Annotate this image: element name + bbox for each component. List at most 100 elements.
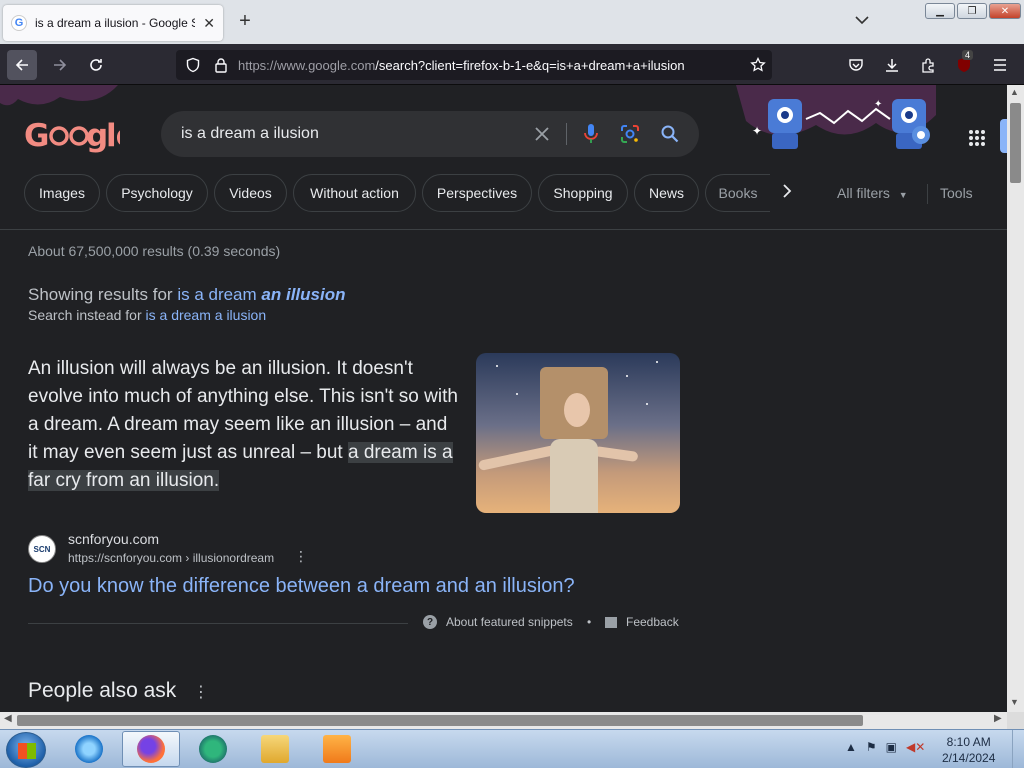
google-apps-icon[interactable] (968, 129, 986, 152)
url-text[interactable]: https://www.google.com/search?client=fir… (238, 58, 738, 73)
dropdown-caret-icon: ▼ (898, 190, 908, 200)
show-desktop-button[interactable] (1012, 730, 1024, 768)
tracking-protection-shield-icon[interactable] (184, 56, 202, 74)
scroll-up-arrow-icon[interactable]: ▲ (1010, 87, 1019, 97)
about-featured-snippets[interactable]: ? About featured snippets (423, 615, 573, 629)
chip-images[interactable]: Images (24, 174, 100, 212)
media-player-icon (323, 735, 351, 763)
chip-shopping[interactable]: Shopping (538, 174, 628, 212)
reload-button[interactable] (81, 50, 111, 80)
lock-icon[interactable] (212, 56, 230, 74)
extension-badge-count: 4 (962, 50, 974, 60)
taskbar-media-player[interactable] (308, 731, 366, 767)
chips-next-icon[interactable] (782, 183, 792, 204)
chip-news[interactable]: News (634, 174, 699, 212)
horizontal-scrollbar[interactable]: ◀ ▶ (0, 712, 1007, 729)
chip-psychology[interactable]: Psychology (106, 174, 208, 212)
extensions-icon[interactable] (913, 50, 943, 80)
scroll-right-arrow-icon[interactable]: ▶ (994, 713, 1002, 724)
firefox-icon (137, 735, 165, 763)
taskbar-chat-app[interactable] (184, 731, 242, 767)
source-url[interactable]: https://scnforyou.com › illusionordream (68, 551, 274, 565)
chip-videos[interactable]: Videos (214, 174, 287, 212)
source-favicon[interactable]: SCN (28, 535, 56, 563)
clear-search-icon[interactable] (531, 123, 553, 145)
volume-muted-icon[interactable]: ◀✕ (906, 740, 925, 754)
search-input[interactable]: is a dream a ilusion (181, 125, 319, 143)
scroll-down-arrow-icon[interactable]: ▼ (1010, 697, 1019, 707)
feedback-label: Feedback (626, 615, 679, 629)
result-stats: About 67,500,000 results (0.39 seconds) (28, 243, 281, 259)
taskbar-internet-explorer[interactable] (60, 731, 118, 767)
app-menu-icon[interactable] (985, 50, 1015, 80)
doodle-decoration-left (0, 85, 118, 106)
svg-text:✦: ✦ (752, 124, 762, 138)
search-box[interactable]: is a dream a ilusion (161, 111, 699, 157)
minimize-button[interactable]: ▁ (925, 3, 955, 19)
chip-books[interactable]: Books (705, 174, 770, 212)
forward-button[interactable] (45, 50, 75, 80)
more-options-icon[interactable]: ⋮ (294, 548, 308, 565)
tray-expand-icon[interactable]: ▲ (845, 740, 857, 754)
source-name[interactable]: scnforyou.com (68, 531, 159, 547)
filters-divider (927, 184, 928, 204)
horizontal-scroll-thumb[interactable] (17, 715, 863, 726)
clock-time: 8:10 AM (946, 735, 991, 749)
close-window-button[interactable]: ✕ (989, 3, 1021, 19)
chip-without-action[interactable]: Without action (293, 174, 416, 212)
featured-snippet-text: An illusion will always be an illusion. … (28, 355, 458, 495)
doodle-robots-icon: ✦ ✦ (752, 99, 930, 149)
vertical-scrollbar[interactable]: ▲ ▼ (1007, 85, 1024, 712)
restore-button[interactable]: ❐ (957, 3, 987, 19)
snippet-image[interactable] (476, 353, 680, 513)
scroll-left-arrow-icon[interactable]: ◀ (4, 713, 12, 724)
list-all-tabs-icon[interactable] (855, 12, 869, 28)
system-clock[interactable]: 8:10 AM 2/14/2024 (942, 734, 995, 766)
chip-perspectives[interactable]: Perspectives (422, 174, 532, 212)
voice-search-icon[interactable] (580, 123, 602, 145)
internet-explorer-icon (75, 735, 103, 763)
help-icon: ? (423, 615, 437, 629)
google-favicon-icon: G (11, 15, 27, 31)
taskbar-file-explorer[interactable] (246, 731, 304, 767)
result-title-link[interactable]: Do you know the difference between a dre… (28, 575, 575, 598)
new-tab-button[interactable]: + (234, 10, 256, 32)
tools-button[interactable]: Tools (940, 185, 973, 201)
back-button[interactable] (7, 50, 37, 80)
svg-text:✦: ✦ (874, 99, 882, 110)
google-lens-icon[interactable] (619, 123, 641, 145)
system-tray: ▲ ⚑ ▣ ◀✕ (845, 740, 925, 754)
svg-text:g: g (86, 118, 107, 153)
feedback-button[interactable]: Feedback (605, 615, 679, 629)
snippet-footer-divider (28, 623, 408, 624)
action-center-flag-icon[interactable]: ⚑ (866, 740, 877, 754)
network-icon[interactable]: ▣ (886, 740, 897, 754)
people-also-ask-menu-icon[interactable]: ⋮ (193, 682, 209, 702)
url-host: https://www.google.com (238, 57, 376, 73)
taskbar-firefox[interactable] (122, 731, 180, 767)
downloads-icon[interactable] (877, 50, 907, 80)
all-filters-button[interactable]: All filters ▼ (837, 185, 908, 201)
scrollbar-corner (1007, 712, 1024, 729)
search-divider (566, 123, 567, 145)
search-submit-icon[interactable] (659, 123, 681, 145)
vertical-scroll-thumb[interactable] (1010, 103, 1021, 183)
corrected-query-link[interactable]: is a dream an illusion (177, 285, 345, 304)
instead-prefix: Search instead for (28, 307, 142, 323)
navigation-toolbar: https://www.google.com/search?client=fir… (0, 44, 1024, 85)
start-button[interactable] (6, 732, 46, 768)
pocket-icon[interactable] (841, 50, 871, 80)
all-filters-label: All filters (837, 185, 890, 201)
showing-prefix: Showing results for (28, 285, 173, 304)
sign-in-button[interactable] (1000, 119, 1007, 153)
chat-app-icon (199, 735, 227, 763)
google-logo[interactable]: G g le (24, 117, 137, 162)
corrected-query-plain: is a dream (177, 285, 257, 304)
bookmark-star-icon[interactable] (749, 56, 767, 74)
people-also-ask-heading: People also ask (28, 679, 177, 702)
tab-close-icon[interactable]: ✕ (203, 15, 215, 32)
corrected-query-bold: an illusion (261, 285, 346, 304)
browser-tab-active[interactable]: G is a dream a ilusion - Google Se ✕ (3, 5, 223, 41)
original-query-link[interactable]: is a dream a ilusion (146, 307, 267, 323)
address-bar[interactable]: https://www.google.com/search?client=fir… (176, 50, 772, 80)
